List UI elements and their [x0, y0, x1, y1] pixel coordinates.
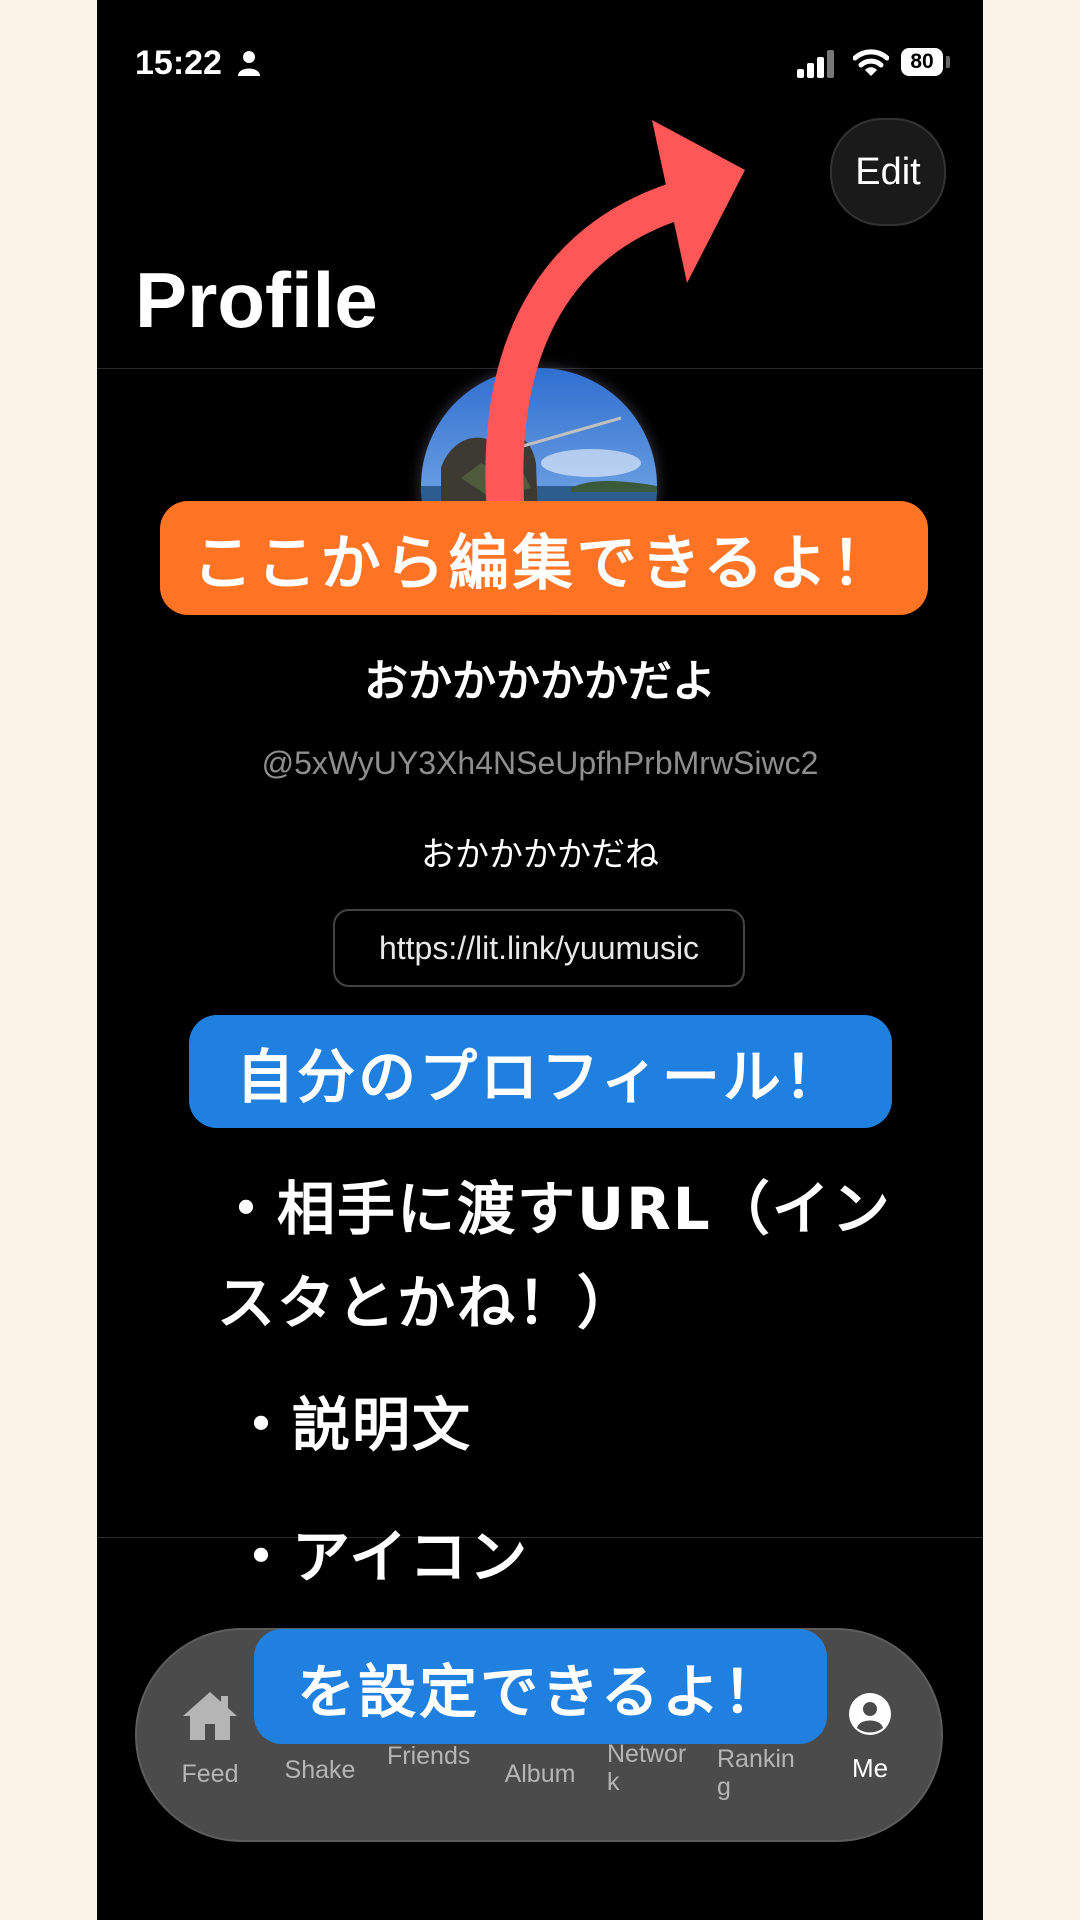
person-status-icon	[238, 51, 260, 76]
profile-hint-banner: 自分のプロフィール！	[189, 1015, 892, 1128]
edit-hint-banner: ここから編集できるよ！	[160, 501, 928, 615]
tab-label: Shake	[284, 1756, 356, 1784]
edit-button[interactable]: Edit	[830, 118, 946, 226]
battery-icon: 80	[901, 48, 951, 78]
phone-screen: 15:22 80 Edit Profile おかかかかかだよ @5xWyUY3X…	[97, 0, 983, 1920]
set-hint-banner: を設定できるよ！	[254, 1629, 827, 1744]
tab-label: Ranking	[717, 1745, 795, 1801]
page-title: Profile	[135, 256, 378, 344]
tab-label: Friends	[387, 1742, 471, 1770]
user-handle: @5xWyUY3Xh4NSeUpfhPrbMrwSiwc2	[261, 745, 819, 781]
bullet-icon: ・アイコン	[232, 1523, 530, 1591]
wifi-icon	[853, 49, 889, 76]
profile-link-button[interactable]: https://lit.link/yuumusic	[333, 909, 745, 987]
bullet-description: ・説明文	[232, 1391, 473, 1459]
tab-label: Album	[504, 1760, 576, 1788]
tab-feed[interactable]: Feed	[155, 1630, 265, 1844]
tab-label: Network	[607, 1740, 687, 1796]
cellular-signal-icon	[797, 50, 834, 78]
person-icon	[849, 1693, 891, 1735]
tab-label: Feed	[181, 1760, 239, 1788]
bio-text: おかかかかだね	[421, 835, 659, 875]
status-time: 15:22	[135, 44, 222, 82]
battery-tip	[946, 56, 950, 68]
tab-label-active: Me	[851, 1753, 889, 1783]
bullet-url: ・相手に渡すURL（インスタとかね！）	[217, 1175, 892, 1337]
battery-level: 80	[901, 48, 943, 76]
content-divider	[97, 1537, 983, 1538]
home-icon	[183, 1692, 237, 1740]
tab-me[interactable]: Me	[815, 1630, 925, 1844]
display-name: おかかかかかだよ	[364, 656, 716, 707]
